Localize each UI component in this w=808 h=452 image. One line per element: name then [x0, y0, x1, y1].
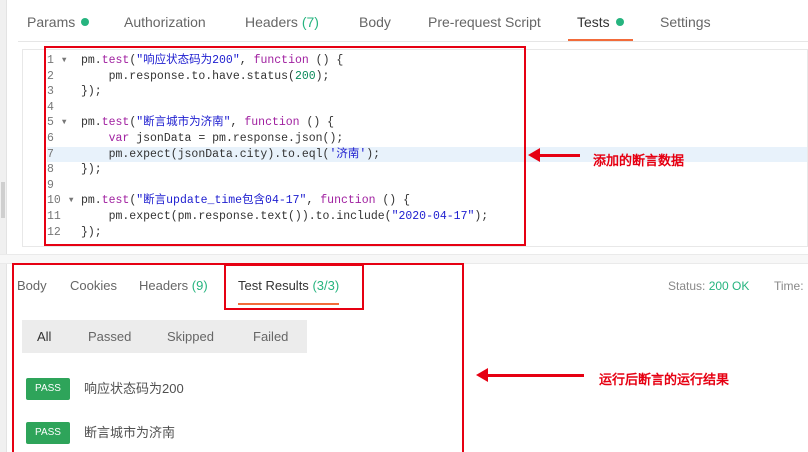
left-scrollbar[interactable] — [0, 0, 7, 452]
filter-all[interactable]: All — [37, 320, 51, 353]
test-result-name: 响应状态码为200 — [84, 381, 184, 396]
filter-passed[interactable]: Passed — [88, 320, 131, 353]
annotation-arrow-results — [476, 368, 584, 382]
pass-badge: PASS — [26, 378, 70, 400]
annotation-arrow-code — [528, 148, 580, 162]
tab-tests[interactable]: Tests — [568, 0, 633, 41]
code-highlight-box — [44, 46, 526, 246]
request-tabs: Params Authorization Headers (7) Body Pr… — [18, 0, 808, 42]
tests-indicator-dot — [615, 18, 624, 26]
response-time: Time: — [774, 279, 804, 293]
tab-settings[interactable]: Settings — [660, 0, 711, 41]
tab-body[interactable]: Body — [359, 0, 391, 41]
test-result-name: 断言城市为济南 — [84, 425, 176, 440]
tab-authorization[interactable]: Authorization — [124, 0, 206, 41]
annotation-run-result: 运行后断言的运行结果 — [599, 372, 730, 387]
tab-headers[interactable]: Headers (7) — [245, 0, 319, 41]
filter-failed[interactable]: Failed — [253, 320, 288, 353]
results-filter-bar: All Passed Skipped Failed — [22, 320, 307, 353]
filter-skipped[interactable]: Skipped — [167, 320, 214, 353]
scrollbar-thumb[interactable] — [1, 182, 5, 218]
results-highlight-box — [12, 263, 464, 452]
pass-badge: PASS — [26, 422, 70, 444]
response-status: Status: 200 OK — [668, 279, 750, 293]
tab-params[interactable]: Params — [27, 0, 90, 41]
params-indicator-dot — [81, 18, 90, 26]
annotation-added-assertion: 添加的断言数据 — [593, 153, 685, 168]
tab-pre-request-script[interactable]: Pre-request Script — [428, 0, 541, 41]
